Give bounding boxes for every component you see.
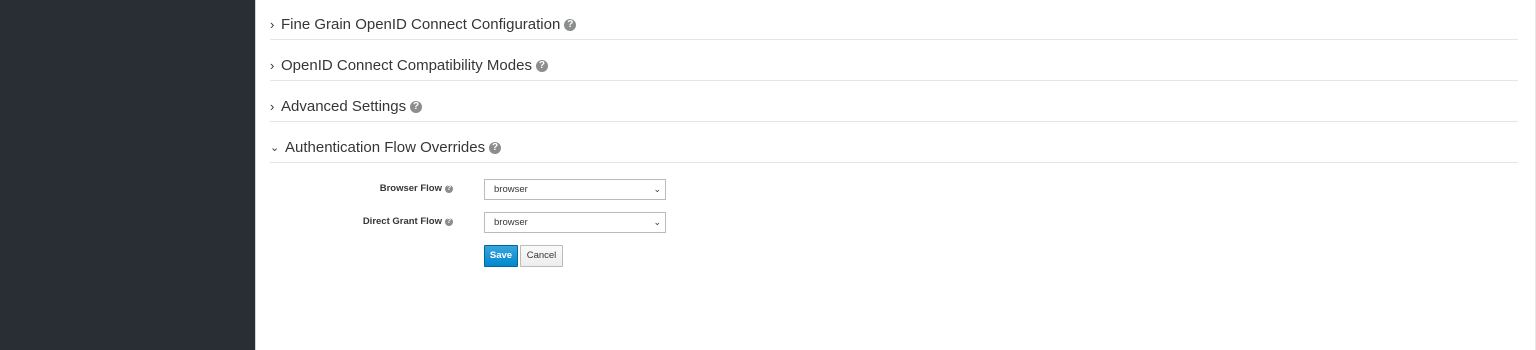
section-title: Fine Grain OpenID Connect Configuration: [281, 16, 561, 33]
section-oidc-compat: › OpenID Connect Compatibility Modes ?: [270, 41, 1518, 81]
chevron-down-icon: ⌄: [653, 184, 661, 194]
question-circle-icon[interactable]: ?: [445, 184, 453, 193]
save-button[interactable]: Save: [484, 245, 518, 267]
question-circle-icon[interactable]: ?: [445, 217, 453, 226]
chevron-right-icon: ›: [270, 99, 275, 114]
chevron-right-icon: ›: [270, 58, 275, 73]
section-advanced-settings: › Advanced Settings ?: [270, 82, 1518, 122]
direct-grant-flow-label-text: Direct Grant Flow: [362, 216, 442, 227]
section-toggle-oidc-compat[interactable]: › OpenID Connect Compatibility Modes ?: [270, 57, 548, 75]
browser-flow-label: Browser Flow ?: [380, 183, 453, 194]
chevron-right-icon: ›: [270, 17, 275, 32]
question-circle-icon[interactable]: ?: [564, 19, 577, 31]
direct-grant-flow-select[interactable]: browser ⌄: [484, 212, 666, 233]
main-content: › Fine Grain OpenID Connect Configuratio…: [256, 0, 1536, 350]
section-toggle-auth-flow-overrides[interactable]: ⌄ Authentication Flow Overrides ?: [270, 139, 502, 157]
direct-grant-flow-label: Direct Grant Flow ?: [363, 216, 453, 227]
browser-flow-select[interactable]: browser ⌄: [484, 179, 666, 200]
section-title: OpenID Connect Compatibility Modes: [281, 57, 532, 74]
sidebar: [0, 0, 255, 350]
chevron-down-icon: ⌄: [270, 142, 280, 154]
section-title: Advanced Settings: [281, 98, 407, 115]
direct-grant-flow-selected-value: browser: [494, 217, 528, 228]
question-circle-icon[interactable]: ?: [535, 60, 548, 72]
app-layout: › Fine Grain OpenID Connect Configuratio…: [0, 0, 1536, 350]
section-fine-grain-oidc: › Fine Grain OpenID Connect Configuratio…: [270, 0, 1518, 40]
browser-flow-label-text: Browser Flow: [379, 183, 442, 194]
cancel-button[interactable]: Cancel: [520, 245, 563, 267]
section-auth-flow-overrides: ⌄ Authentication Flow Overrides ?: [270, 123, 1518, 163]
section-toggle-advanced-settings[interactable]: › Advanced Settings ?: [270, 98, 423, 116]
section-toggle-fine-grain-oidc[interactable]: › Fine Grain OpenID Connect Configuratio…: [270, 16, 577, 34]
question-circle-icon[interactable]: ?: [489, 142, 502, 154]
form-row-direct-grant-flow: Direct Grant Flow ? browser ⌄: [256, 212, 676, 234]
chevron-down-icon: ⌄: [653, 217, 661, 227]
section-title: Authentication Flow Overrides: [285, 139, 486, 156]
browser-flow-selected-value: browser: [494, 184, 528, 195]
question-circle-icon[interactable]: ?: [410, 101, 423, 113]
form-row-browser-flow: Browser Flow ? browser ⌄: [256, 179, 676, 201]
